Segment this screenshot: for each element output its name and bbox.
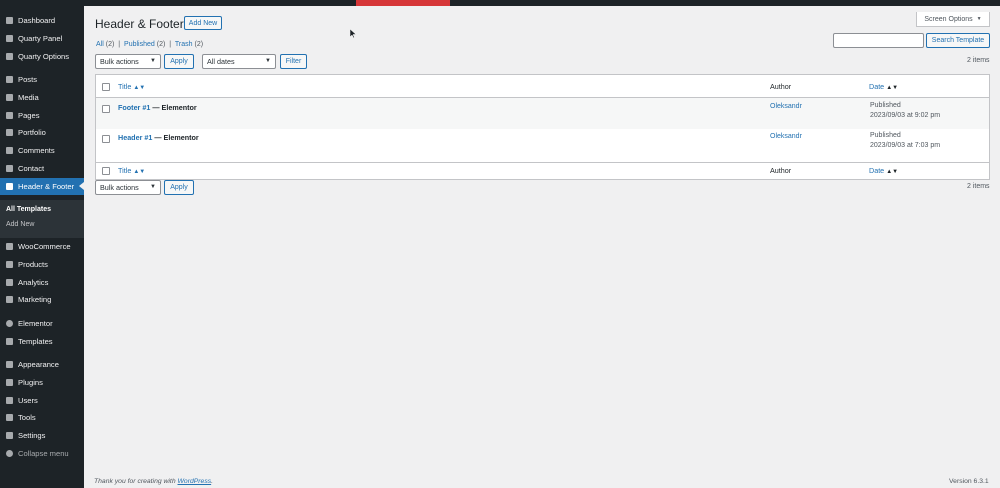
filter-all-link[interactable]: All (2) bbox=[96, 41, 114, 48]
sidebar-item-header-footer[interactable]: Header & Footer bbox=[0, 178, 84, 195]
plugins-icon bbox=[0, 379, 18, 386]
pin-icon bbox=[0, 76, 18, 83]
sidebar-item-pages[interactable]: Pages bbox=[0, 107, 84, 124]
mail-icon bbox=[0, 165, 18, 172]
sidebar-item-woocommerce[interactable]: WooCommerce bbox=[0, 238, 84, 255]
sidebar-item-quarty-options[interactable]: Quarty Options bbox=[0, 48, 84, 65]
submenu-add-new[interactable]: Add New bbox=[6, 221, 34, 228]
sidebar-item-users[interactable]: Users bbox=[0, 392, 84, 409]
sidebar-collapse-menu[interactable]: Collapse menu bbox=[0, 445, 84, 462]
settings-icon bbox=[0, 432, 18, 439]
elementor-icon bbox=[0, 320, 18, 327]
sidebar-item-comments[interactable]: Comments bbox=[0, 142, 84, 159]
select-all-checkbox[interactable] bbox=[102, 167, 110, 175]
caret-down-icon: ▼ bbox=[976, 16, 982, 22]
grid-icon bbox=[0, 35, 18, 42]
sidebar-item-settings[interactable]: Settings bbox=[0, 427, 84, 444]
sort-desc-icon: ▲▼ bbox=[886, 85, 899, 91]
row-date: Published 2023/09/03 at 9:02 pm bbox=[870, 102, 941, 119]
sidebar-item-contact[interactable]: Contact bbox=[0, 160, 84, 177]
dashboard-icon bbox=[0, 17, 18, 24]
bulk-actions-select-bottom[interactable]: Bulk actions ▼ bbox=[95, 180, 161, 195]
templates-table: Title ▲▼ Author Date ▲▼ Footer #1 — Elemen… bbox=[95, 74, 990, 180]
sidebar-item-marketing[interactable]: Marketing bbox=[0, 291, 84, 308]
main-content: Header & Footer Add New Screen Options ▼… bbox=[84, 6, 1000, 488]
table-footer-row: Title ▲▼ Author Date ▲▼ bbox=[96, 162, 989, 180]
row-author-link[interactable]: Oleksandr bbox=[770, 133, 802, 140]
list-icon bbox=[0, 183, 18, 190]
table-row: Footer #1 — Elementor Oleksandr Publishe… bbox=[96, 98, 989, 129]
templates-icon bbox=[0, 338, 18, 345]
row-title-link[interactable]: Header #1 bbox=[118, 133, 152, 142]
pages-icon bbox=[0, 112, 18, 119]
page-title: Header & Footer bbox=[95, 17, 184, 31]
woocommerce-icon bbox=[0, 243, 18, 250]
select-all-checkbox[interactable] bbox=[102, 83, 110, 91]
chevron-down-icon: ▼ bbox=[150, 58, 156, 64]
row-author-link[interactable]: Oleksandr bbox=[770, 103, 802, 110]
analytics-icon bbox=[0, 279, 18, 286]
submenu-all-templates[interactable]: All Templates bbox=[6, 206, 51, 213]
row-checkbox[interactable] bbox=[102, 135, 110, 143]
filter-published-link[interactable]: Published (2) bbox=[124, 41, 165, 48]
apply-button-bottom[interactable]: Apply bbox=[164, 180, 194, 195]
products-icon bbox=[0, 261, 18, 268]
bulk-actions-select-top[interactable]: Bulk actions ▼ bbox=[95, 54, 161, 69]
column-title-footer[interactable]: Title ▲▼ bbox=[118, 166, 145, 175]
wrench-icon bbox=[0, 414, 18, 421]
sort-desc-icon: ▲▼ bbox=[886, 169, 899, 175]
sidebar-item-dashboard[interactable]: Dashboard bbox=[0, 12, 84, 29]
row-date: Published 2023/09/03 at 7:03 pm bbox=[870, 132, 941, 149]
sort-icon: ▲▼ bbox=[133, 85, 146, 91]
wordpress-version: Version 6.3.1 bbox=[949, 478, 989, 485]
apply-button-top[interactable]: Apply bbox=[164, 54, 194, 69]
filter-trash-link[interactable]: Trash (2) bbox=[175, 41, 203, 48]
sidebar-item-elementor[interactable]: Elementor bbox=[0, 315, 84, 332]
sort-icon: ▲▼ bbox=[133, 169, 146, 175]
screen-options-button[interactable]: Screen Options ▼ bbox=[916, 12, 990, 27]
column-date-header[interactable]: Date ▲▼ bbox=[869, 82, 898, 91]
sidebar-item-quarty-panel[interactable]: Quarty Panel bbox=[0, 30, 84, 47]
collapse-icon bbox=[0, 450, 18, 457]
sidebar-item-analytics[interactable]: Analytics bbox=[0, 274, 84, 291]
column-author-header: Author bbox=[770, 82, 792, 91]
sidebar-item-media[interactable]: Media bbox=[0, 89, 84, 106]
media-icon bbox=[0, 94, 18, 101]
sidebar-item-posts[interactable]: Posts bbox=[0, 71, 84, 88]
comments-icon bbox=[0, 147, 18, 154]
sidebar-item-products[interactable]: Products bbox=[0, 256, 84, 273]
add-new-button[interactable]: Add New bbox=[184, 16, 222, 30]
wordpress-link[interactable]: WordPress bbox=[178, 478, 212, 485]
filter-button[interactable]: Filter bbox=[280, 54, 307, 69]
admin-footer-thanks: Thank you for creating with WordPress. bbox=[94, 478, 214, 485]
status-filter-links: All (2) | Published (2) | Trash (2) bbox=[96, 41, 204, 48]
portfolio-icon bbox=[0, 129, 18, 136]
sidebar-item-plugins[interactable]: Plugins bbox=[0, 374, 84, 391]
mouse-cursor-icon bbox=[350, 29, 356, 38]
chevron-down-icon: ▼ bbox=[265, 58, 271, 64]
row-checkbox[interactable] bbox=[102, 105, 110, 113]
dates-filter-select[interactable]: All dates ▼ bbox=[202, 54, 276, 69]
admin-sidebar: Dashboard Quarty Panel Quarty Options Po… bbox=[0, 6, 84, 488]
search-input[interactable] bbox=[833, 33, 924, 48]
table-header-row: Title ▲▼ Author Date ▲▼ bbox=[96, 75, 989, 98]
sidebar-item-tools[interactable]: Tools bbox=[0, 409, 84, 426]
sidebar-item-templates[interactable]: Templates bbox=[0, 333, 84, 350]
sidebar-item-appearance[interactable]: Appearance bbox=[0, 356, 84, 373]
search-template-button[interactable]: Search Template bbox=[926, 33, 990, 48]
users-icon bbox=[0, 397, 18, 404]
grid-icon bbox=[0, 53, 18, 60]
column-date-footer[interactable]: Date ▲▼ bbox=[869, 166, 898, 175]
table-row: Header #1 — Elementor Oleksandr Publishe… bbox=[96, 129, 989, 162]
sidebar-item-portfolio[interactable]: Portfolio bbox=[0, 124, 84, 141]
items-count-top: 2 items bbox=[967, 57, 990, 64]
paintbrush-icon bbox=[0, 361, 18, 368]
megaphone-icon bbox=[0, 296, 18, 303]
column-title-header[interactable]: Title ▲▼ bbox=[118, 82, 145, 91]
items-count-bottom: 2 items bbox=[967, 183, 990, 190]
header-footer-submenu: All Templates Add New bbox=[0, 200, 84, 238]
chevron-down-icon: ▼ bbox=[150, 184, 156, 190]
row-title-link[interactable]: Footer #1 bbox=[118, 103, 150, 112]
column-author-footer: Author bbox=[770, 166, 792, 175]
